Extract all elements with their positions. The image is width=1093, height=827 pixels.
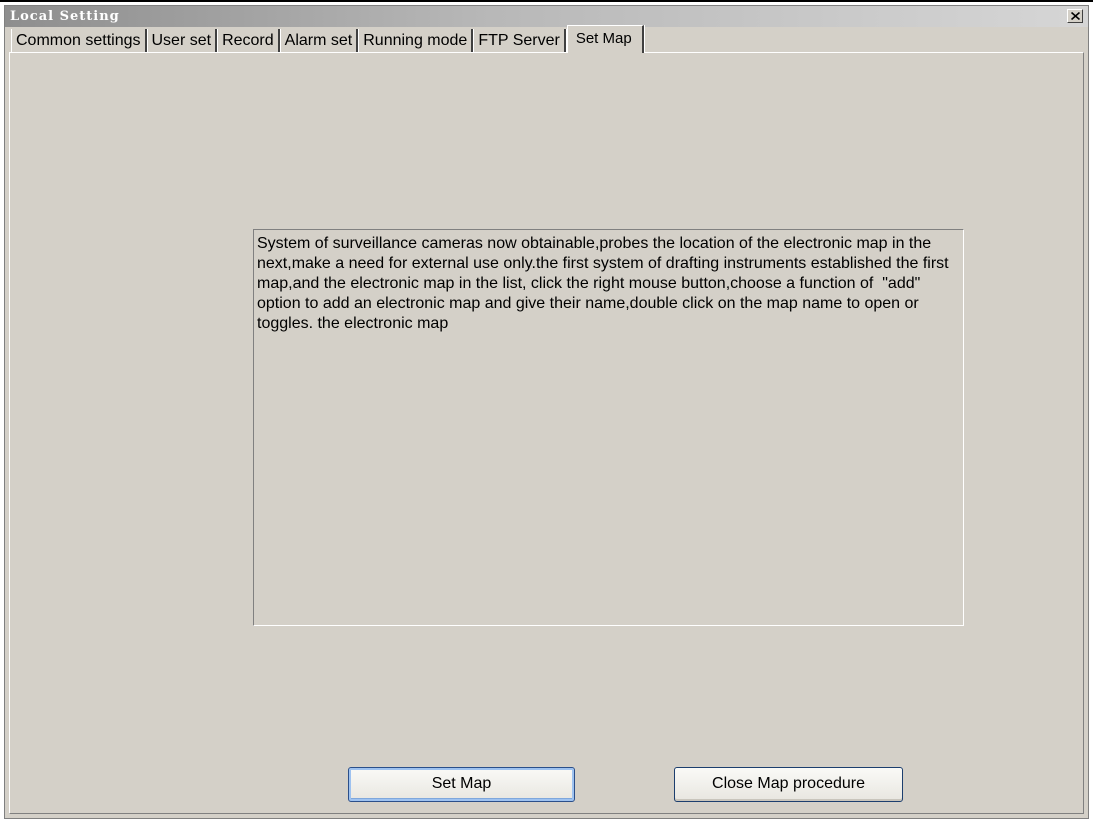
tab-record[interactable]: Record: [218, 29, 280, 53]
tab-common-settings[interactable]: Common settings: [11, 29, 147, 53]
close-button[interactable]: [1067, 9, 1083, 23]
tab-ftp-server[interactable]: FTP Server: [474, 29, 566, 53]
tab-user-set[interactable]: User set: [148, 29, 218, 53]
local-setting-dialog: Local Setting Common settings User set R…: [4, 5, 1089, 819]
title-bar[interactable]: Local Setting: [5, 6, 1088, 27]
top-border-line: [0, 0, 1093, 2]
tab-alarm-set[interactable]: Alarm set: [281, 29, 359, 53]
window-title: Local Setting: [10, 9, 120, 24]
tab-set-map[interactable]: Set Map: [566, 25, 644, 53]
tab-strip: Common settings User set Record Alarm se…: [11, 25, 645, 53]
close-map-procedure-button[interactable]: Close Map procedure: [674, 767, 903, 802]
tab-running-mode[interactable]: Running mode: [359, 29, 474, 53]
description-text-box[interactable]: System of surveillance cameras now obtai…: [253, 229, 964, 626]
set-map-button[interactable]: Set Map: [348, 767, 575, 802]
close-icon: [1071, 12, 1080, 20]
set-map-panel: System of surveillance cameras now obtai…: [9, 52, 1084, 814]
